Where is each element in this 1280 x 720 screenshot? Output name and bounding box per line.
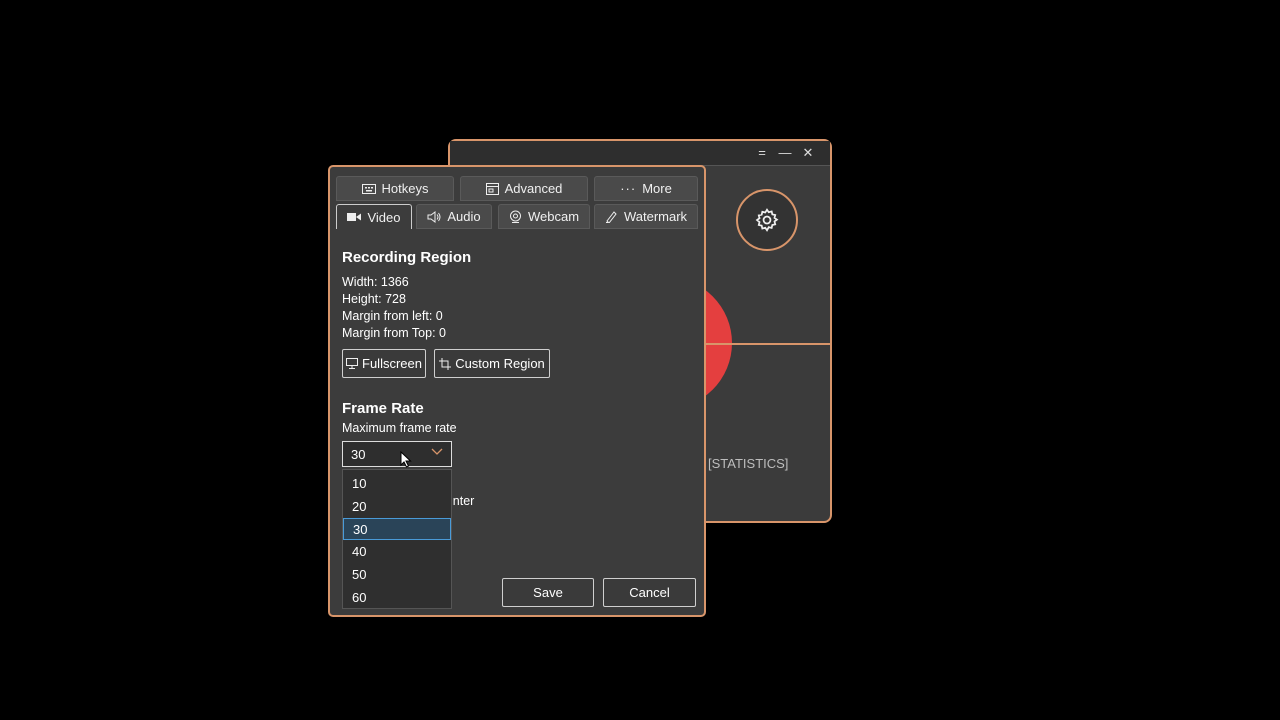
panel-divider-horizontal	[704, 343, 830, 345]
minimize-button[interactable]: —	[775, 144, 795, 162]
fullscreen-label: Fullscreen	[362, 356, 422, 371]
dots-icon: ···	[620, 181, 637, 196]
tab-webcam[interactable]: Webcam	[498, 204, 590, 229]
frame-rate-option[interactable]: 20	[343, 496, 451, 518]
frame-rate-option-selected[interactable]: 30	[343, 518, 451, 540]
frame-rate-option[interactable]: 10	[343, 473, 451, 495]
menu-button[interactable]: =	[752, 144, 772, 162]
margin-left-value: Margin from left: 0	[342, 309, 443, 323]
webcam-icon	[509, 210, 521, 223]
keyboard-icon	[361, 183, 376, 194]
frame-rate-select[interactable]: 30	[342, 441, 452, 467]
tab-hotkeys-label: Hotkeys	[381, 181, 429, 196]
cancel-button[interactable]: Cancel	[603, 578, 696, 607]
height-value: Height: 728	[342, 292, 406, 306]
mouse-pointer-option-partial: inter	[450, 494, 475, 508]
custom-region-label: Custom Region	[455, 356, 545, 371]
tab-more-label: More	[642, 181, 672, 196]
tab-audio[interactable]: Audio	[416, 204, 492, 229]
camera-icon	[347, 213, 362, 221]
recording-region-heading: Recording Region	[342, 249, 472, 266]
frame-rate-selected-value: 30	[351, 446, 366, 462]
frame-rate-heading: Frame Rate	[342, 400, 424, 417]
speaker-icon	[427, 210, 441, 223]
watermark-icon	[605, 211, 617, 223]
settings-window: Hotkeys Advanced ··· More Video Audio We…	[328, 165, 706, 617]
frame-rate-sublabel: Maximum frame rate	[342, 421, 457, 435]
tab-watermark-label: Watermark	[623, 209, 688, 224]
mouse-cursor-icon	[400, 451, 412, 468]
chevron-down-icon	[431, 448, 443, 455]
tab-video[interactable]: Video	[336, 204, 412, 229]
margin-top-value: Margin from Top: 0	[342, 326, 446, 340]
tab-audio-label: Audio	[447, 209, 481, 224]
tab-more[interactable]: ··· More	[594, 176, 698, 201]
fullscreen-button[interactable]: Fullscreen	[342, 349, 426, 378]
close-button[interactable]: ✕	[798, 144, 818, 162]
window-icon	[485, 182, 499, 195]
main-titlebar: = — ✕	[450, 141, 830, 166]
save-button[interactable]: Save	[502, 578, 594, 607]
gear-icon	[755, 208, 779, 232]
monitor-icon	[346, 358, 359, 369]
custom-region-button[interactable]: Custom Region	[434, 349, 550, 378]
frame-rate-option[interactable]: 60	[343, 587, 451, 609]
tab-advanced[interactable]: Advanced	[460, 176, 588, 201]
tab-webcam-label: Webcam	[527, 209, 580, 224]
tab-video-label: Video	[367, 209, 401, 225]
frame-rate-dropdown: 10 20 30 40 50 60	[342, 469, 452, 609]
frame-rate-option[interactable]: 50	[343, 564, 451, 586]
crop-icon	[439, 357, 452, 370]
frame-rate-option[interactable]: 40	[343, 541, 451, 563]
tab-watermark[interactable]: Watermark	[594, 204, 698, 229]
tab-advanced-label: Advanced	[504, 181, 563, 196]
settings-button[interactable]	[736, 189, 798, 251]
tab-hotkeys[interactable]: Hotkeys	[336, 176, 454, 201]
width-value: Width: 1366	[342, 275, 409, 289]
statistics-label: [STATISTICS]	[708, 456, 789, 471]
